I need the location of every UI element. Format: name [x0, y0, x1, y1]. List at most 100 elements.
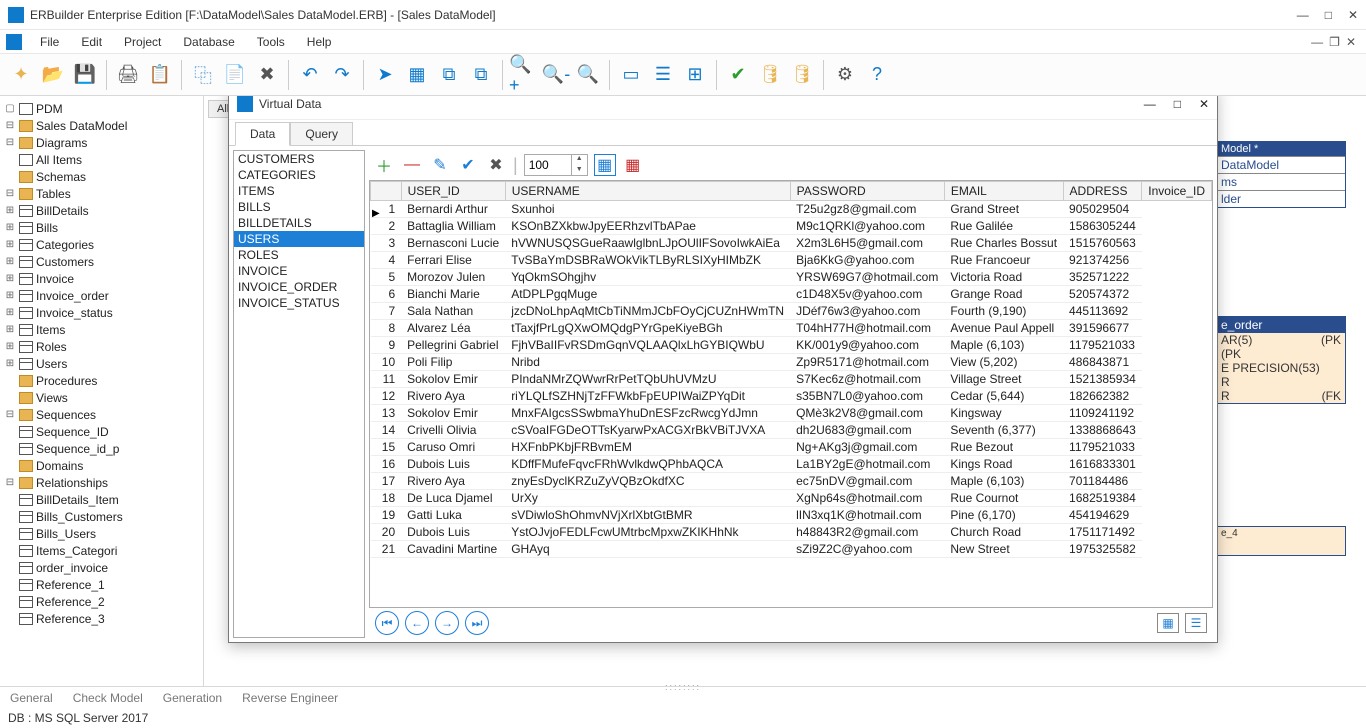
dialog-close-button[interactable]: ✕ [1199, 97, 1209, 111]
table-row[interactable]: 16Dubois LuisKDffFMufeFqvcFRhWvlkdwQPhbA… [371, 456, 1212, 473]
table-row[interactable]: 12Rivero AyariYLQLfSZHNjTzFFWkbFpEUPIWai… [371, 388, 1212, 405]
column-header[interactable]: EMAIL [944, 182, 1063, 201]
redo-icon[interactable]: ↷ [327, 60, 357, 90]
execute-icon[interactable]: ▦ [594, 154, 616, 176]
table-row[interactable]: 17Rivero AyaznyEsDyclKRZuZyVQBzOkdfXCec7… [371, 473, 1212, 490]
column-header[interactable]: PASSWORD [790, 182, 944, 201]
validate-icon[interactable]: ✔ [723, 60, 753, 90]
mdi-close[interactable]: ✕ [1346, 35, 1356, 49]
dialog-tab-query[interactable]: Query [290, 122, 353, 146]
table-row[interactable]: 10Poli FilipNribdZp9R5171@hotmail.comVie… [371, 354, 1212, 371]
tree-diagrams[interactable]: Diagrams [36, 136, 87, 150]
tree-relationship-item[interactable]: BillDetails_Item [36, 493, 119, 507]
maximize-button[interactable]: □ [1325, 8, 1332, 22]
cancel-icon[interactable]: ✖ [485, 154, 507, 176]
table-row[interactable]: 6Bianchi MarieAtDPLPgqMugec1D48X5v@yahoo… [371, 286, 1212, 303]
tree-relationships[interactable]: Relationships [36, 476, 108, 490]
list-item[interactable]: CUSTOMERS [234, 151, 364, 167]
menu-project[interactable]: Project [114, 33, 171, 51]
minimize-button[interactable]: — [1297, 8, 1309, 22]
table-row[interactable]: 20Dubois LuisYstOJvjoFEDLFcwUMtrbcMpxwZK… [371, 524, 1212, 541]
tree-table-item[interactable]: Items [36, 323, 65, 337]
zoom-out-icon[interactable]: 🔍- [541, 60, 571, 90]
tree-relationship-item[interactable]: Reference_3 [36, 612, 105, 626]
status-tab-rev[interactable]: Reverse Engineer [242, 691, 338, 705]
menu-database[interactable]: Database [173, 33, 244, 51]
tree-domains[interactable]: Domains [36, 459, 83, 473]
list-item[interactable]: ITEMS [234, 183, 364, 199]
tree-diagram-item[interactable]: All Items [36, 153, 82, 167]
data-grid[interactable]: ▶ USER_IDUSERNAMEPASSWORDEMAILADDRESSInv… [369, 180, 1213, 608]
row-limit-input[interactable]: ▲▼ [524, 154, 588, 176]
layout1-icon[interactable]: ▭ [616, 60, 646, 90]
table-row[interactable]: 1Bernardi ArthurSxunhoiT25u2gz8@gmail.co… [371, 201, 1212, 218]
table-icon[interactable]: ▦ [402, 60, 432, 90]
tree-table-item[interactable]: Bills [36, 221, 58, 235]
tree-schemas[interactable]: Schemas [36, 170, 86, 184]
row-limit-value[interactable] [525, 158, 571, 172]
list-item[interactable]: ROLES [234, 247, 364, 263]
layout3-icon[interactable]: ⊞ [680, 60, 710, 90]
list-item[interactable]: USERS [234, 231, 364, 247]
tree-relationship-item[interactable]: order_invoice [36, 561, 108, 575]
close-button[interactable]: ✕ [1348, 8, 1358, 22]
open-icon[interactable]: 📂 [38, 60, 68, 90]
table-row[interactable]: 15Caruso OmriHXFnbPKbjFRBvmEMNg+AKg3j@gm… [371, 439, 1212, 456]
diagram-canvas[interactable]: All Model * DataModel ms lder e_order AR… [204, 96, 1366, 686]
tree-table-item[interactable]: Users [36, 357, 67, 371]
table-row[interactable]: 3Bernasconi LuciehVWNUSQSGueRaawlglbnLJp… [371, 235, 1212, 252]
splitter-handle[interactable]: :::::::: [665, 682, 701, 692]
tree-table-item[interactable]: Categories [36, 238, 94, 252]
menu-edit[interactable]: Edit [71, 33, 112, 51]
tree-sequences[interactable]: Sequences [36, 408, 96, 422]
list-item[interactable]: INVOICE_STATUS [234, 295, 364, 311]
view-grid-icon[interactable]: ▦ [1157, 613, 1179, 633]
relation2-icon[interactable]: ⧉ [466, 60, 496, 90]
model-tree[interactable]: ▢PDM ⊟Sales DataModel ⊟Diagrams All Item… [0, 96, 204, 686]
add-row-icon[interactable]: ＋ [373, 154, 395, 176]
table-row[interactable]: 7Sala NathanjzcDNoLhpAqMtCbTiNMmJCbFOyCj… [371, 303, 1212, 320]
tree-tables[interactable]: Tables [36, 187, 71, 201]
clear-icon[interactable]: ▦ [622, 154, 644, 176]
report-icon[interactable]: 📋 [145, 60, 175, 90]
menu-tools[interactable]: Tools [247, 33, 295, 51]
nav-prev-icon[interactable]: ← [405, 611, 429, 635]
spin-down-icon[interactable]: ▼ [571, 165, 587, 176]
tree-relationship-item[interactable]: Items_Categori [36, 544, 117, 558]
dialog-tab-data[interactable]: Data [235, 122, 290, 146]
pointer-icon[interactable]: ➤ [370, 60, 400, 90]
list-item[interactable]: INVOICE [234, 263, 364, 279]
table-row[interactable]: 4Ferrari EliseTvSBaYmDSBRaWOkVikTLByRLSI… [371, 252, 1212, 269]
nav-first-icon[interactable]: ⏮ [375, 611, 399, 635]
zoom-icon[interactable]: 🔍 [573, 60, 603, 90]
relation-icon[interactable]: ⧉ [434, 60, 464, 90]
tree-relationship-item[interactable]: Bills_Users [36, 527, 96, 541]
table-row[interactable]: 21Cavadini MartineGHAyqsZi9Z2C@yahoo.com… [371, 541, 1212, 558]
status-tab-check[interactable]: Check Model [73, 691, 143, 705]
status-tab-gen[interactable]: Generation [163, 691, 222, 705]
paste-icon[interactable]: 📄 [220, 60, 250, 90]
table-row[interactable]: 5Morozov JulenYqOkmSOhgjhvYRSW69G7@hotma… [371, 269, 1212, 286]
mdi-restore[interactable]: ❐ [1329, 35, 1340, 49]
save-icon[interactable]: 💾 [70, 60, 100, 90]
list-item[interactable]: CATEGORIES [234, 167, 364, 183]
mdi-minimize[interactable]: — [1311, 35, 1323, 49]
table-row[interactable]: 13Sokolov EmirMnxFAIgcsSSwbmaYhuDnESFzcR… [371, 405, 1212, 422]
tree-sequence-item[interactable]: Sequence_id_p [36, 442, 119, 456]
delete-row-icon[interactable]: — [401, 154, 423, 176]
table-row[interactable]: 14Crivelli OliviacSVoaIFGDeOTTsKyarwPxAC… [371, 422, 1212, 439]
nav-next-icon[interactable]: → [435, 611, 459, 635]
new-icon[interactable]: ✦ [6, 60, 36, 90]
tree-table-item[interactable]: Invoice_order [36, 289, 109, 303]
list-item[interactable]: INVOICE_ORDER [234, 279, 364, 295]
edit-row-icon[interactable]: ✎ [429, 154, 451, 176]
table-row[interactable]: 2Battaglia WilliamKSOnBZXkbwJpyEERhzvlTb… [371, 218, 1212, 235]
view-form-icon[interactable]: ☰ [1185, 613, 1207, 633]
tree-table-item[interactable]: Invoice_status [36, 306, 113, 320]
copy-icon[interactable]: ⿻ [188, 60, 218, 90]
status-tab-general[interactable]: General [10, 691, 53, 705]
dialog-maximize-button[interactable]: □ [1174, 97, 1181, 111]
tree-relationship-item[interactable]: Reference_2 [36, 595, 105, 609]
tree-views[interactable]: Views [36, 391, 68, 405]
column-header[interactable]: USER_ID [401, 182, 505, 201]
